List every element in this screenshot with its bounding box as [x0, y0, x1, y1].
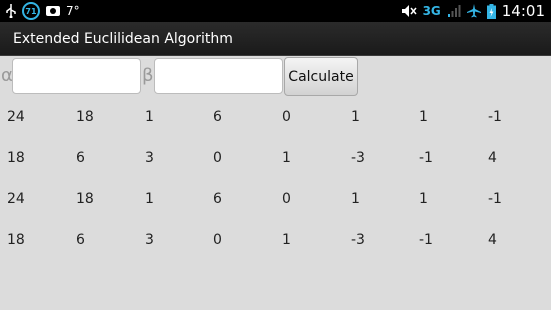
battery-charging-icon: [486, 3, 496, 19]
table-cell: 1: [145, 191, 154, 207]
table-cell: 1: [145, 109, 154, 125]
status-bar: 71 7° 3G 14:01: [0, 0, 551, 22]
notification-71-icon: 71: [22, 2, 40, 20]
table-cell: -1: [419, 150, 433, 166]
table-row: 18 6 3 0 1 -3 -1 4: [0, 140, 551, 181]
table-cell: 1: [419, 109, 428, 125]
usb-icon: [6, 4, 16, 18]
table-cell: 3: [145, 232, 154, 248]
table-cell: 18: [7, 150, 25, 166]
table-cell: 18: [7, 232, 25, 248]
table-cell: 0: [213, 150, 222, 166]
app-title: Extended Euclilidean Algorithm: [13, 31, 233, 47]
table-cell: -1: [488, 191, 502, 207]
table-cell: 6: [76, 150, 85, 166]
results-table: 24 18 1 6 0 1 1 -1 18 6 3 0 1 -3 -1 4 24 18 1 6 0 1 1 -1 18 6 3 0 1 -…: [0, 99, 551, 263]
table-cell: 24: [7, 191, 25, 207]
app-title-bar: Extended Euclilidean Algorithm: [0, 22, 551, 56]
table-cell: 24: [7, 109, 25, 125]
alpha-input[interactable]: [12, 58, 141, 94]
table-cell: 18: [76, 191, 94, 207]
temperature-text: 7°: [66, 4, 80, 18]
airplane-icon: [466, 4, 481, 18]
table-cell: -1: [488, 109, 502, 125]
table-cell: 4: [488, 232, 497, 248]
table-cell: 1: [282, 232, 291, 248]
table-cell: 6: [213, 191, 222, 207]
table-row: 24 18 1 6 0 1 1 -1: [0, 181, 551, 222]
table-cell: 6: [213, 109, 222, 125]
signal-icon: [447, 4, 461, 18]
network-type-text: 3G: [422, 4, 441, 18]
table-cell: -3: [351, 150, 365, 166]
table-cell: 6: [76, 232, 85, 248]
camera-icon: [46, 6, 60, 16]
table-cell: 18: [76, 109, 94, 125]
clock-time: 14:01: [501, 2, 545, 20]
input-form: α β Calculate: [0, 57, 551, 97]
table-cell: -1: [419, 232, 433, 248]
table-row: 24 18 1 6 0 1 1 -1: [0, 99, 551, 140]
table-cell: 1: [419, 191, 428, 207]
table-cell: 1: [282, 150, 291, 166]
table-cell: 0: [213, 232, 222, 248]
table-cell: 0: [282, 191, 291, 207]
table-cell: 4: [488, 150, 497, 166]
table-cell: 3: [145, 150, 154, 166]
table-cell: 0: [282, 109, 291, 125]
table-cell: 1: [351, 191, 360, 207]
beta-input[interactable]: [154, 58, 283, 94]
table-cell: -3: [351, 232, 365, 248]
calculate-button[interactable]: Calculate: [284, 57, 358, 96]
beta-label: β: [142, 65, 154, 86]
table-row: 18 6 3 0 1 -3 -1 4: [0, 222, 551, 263]
table-cell: 1: [351, 109, 360, 125]
mute-icon: [401, 4, 417, 18]
